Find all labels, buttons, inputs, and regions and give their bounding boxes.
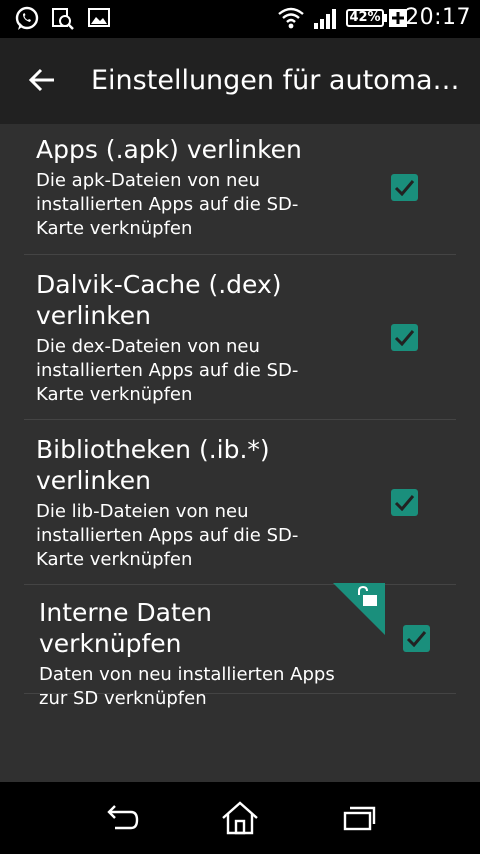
- status-bar: 42% 20:17: [0, 0, 480, 38]
- battery-icon: 42%: [346, 9, 384, 27]
- setting-summary: Die apk-Dateien von neu installierten Ap…: [36, 170, 299, 239]
- image-icon: [87, 6, 111, 34]
- setting-title: Apps (.apk) verlinken: [36, 135, 302, 164]
- arrow-left-icon: [28, 68, 54, 92]
- checkmark-icon: [394, 180, 415, 196]
- checkmark-icon: [406, 631, 427, 647]
- search-document-icon: [50, 6, 76, 36]
- setting-title: Interne Daten verknüpfen: [39, 598, 213, 658]
- wifi-icon: [278, 6, 304, 34]
- battery-tip: [384, 14, 387, 22]
- signal-icon: [312, 6, 338, 34]
- recent-apps-icon: [343, 806, 376, 831]
- setting-item-lib[interactable]: Bibliotheken (.ib.*) verlinken Die lib-D…: [24, 420, 456, 585]
- checkbox-dex[interactable]: [391, 324, 418, 351]
- nav-home-button[interactable]: [210, 796, 270, 840]
- nav-back-button[interactable]: [91, 796, 151, 840]
- app-bar: Einstellungen für automatische Verknüpfu…: [0, 38, 480, 124]
- checkbox-data[interactable]: [403, 625, 430, 652]
- setting-summary: Die dex-Dateien von neu installierten Ap…: [36, 336, 299, 405]
- checkmark-icon: [394, 495, 415, 511]
- setting-item-apk[interactable]: Apps (.apk) verlinken Die apk-Dateien vo…: [24, 124, 456, 255]
- setting-summary: Daten von neu installierten Apps zur SD …: [39, 664, 335, 709]
- nav-recent-apps-button[interactable]: [330, 796, 390, 840]
- page-title: Einstellungen für automatische Verknüpfu…: [91, 65, 469, 96]
- home-icon: [222, 801, 258, 835]
- setting-item-dex[interactable]: Dalvik-Cache (.dex) verlinken Die dex-Da…: [24, 255, 456, 420]
- navigation-bar: [0, 782, 480, 854]
- checkbox-apk[interactable]: [391, 174, 418, 201]
- whatsapp-icon: [14, 6, 40, 36]
- back-button[interactable]: [22, 60, 62, 100]
- checkbox-lib[interactable]: [391, 489, 418, 516]
- setting-title: Dalvik-Cache (.dex) verlinken: [36, 270, 282, 330]
- checkmark-icon: [394, 330, 415, 346]
- setting-title: Bibliotheken (.ib.*) verlinken: [36, 435, 270, 495]
- setting-summary: Die lib-Dateien von neu installierten Ap…: [36, 501, 299, 570]
- setting-item-data[interactable]: Interne Daten verknüpfen Daten von neu i…: [24, 583, 456, 709]
- status-clock: 20:17: [405, 5, 471, 30]
- back-icon: [107, 805, 139, 830]
- battery-percent: 42%: [349, 10, 381, 25]
